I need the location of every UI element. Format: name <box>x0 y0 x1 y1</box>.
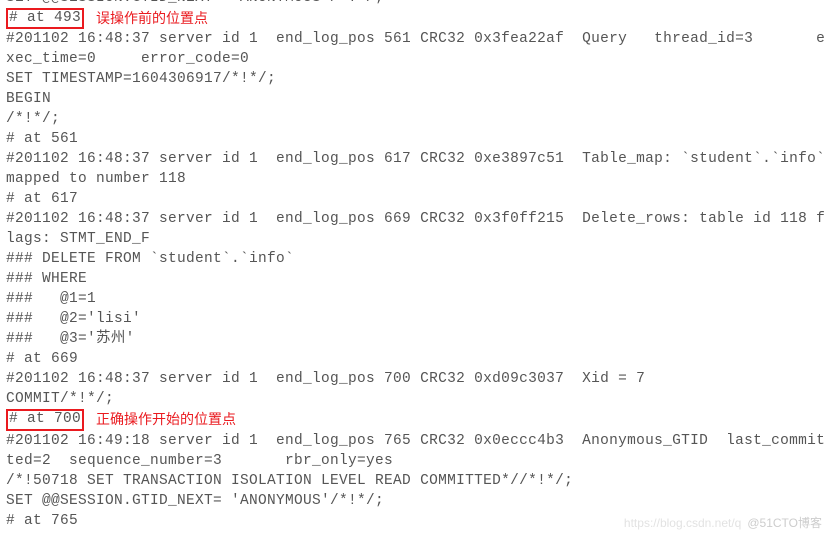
watermark-left: https://blog.csdn.net/q <box>624 516 741 530</box>
annotation-correct-start: 正确操作开始的位置点 <box>96 410 236 429</box>
watermark-right: @51CTO博客 <box>747 516 822 530</box>
annotation-before-misop: 误操作前的位置点 <box>96 9 208 28</box>
partial-top-line: SET @@SESSION.GTID_NEXT= 'ANONYMOUS'/*!*… <box>6 0 826 8</box>
position-marker-row-1: # at 493 误操作前的位置点 <box>6 8 826 29</box>
watermark: https://blog.csdn.net/q @51CTO博客 <box>624 515 822 532</box>
binlog-block-1: #201102 16:48:37 server id 1 end_log_pos… <box>6 29 826 409</box>
highlighted-position-700: # at 700 <box>6 409 84 430</box>
position-marker-row-2: # at 700 正确操作开始的位置点 <box>6 409 826 430</box>
highlighted-position-493: # at 493 <box>6 8 84 29</box>
